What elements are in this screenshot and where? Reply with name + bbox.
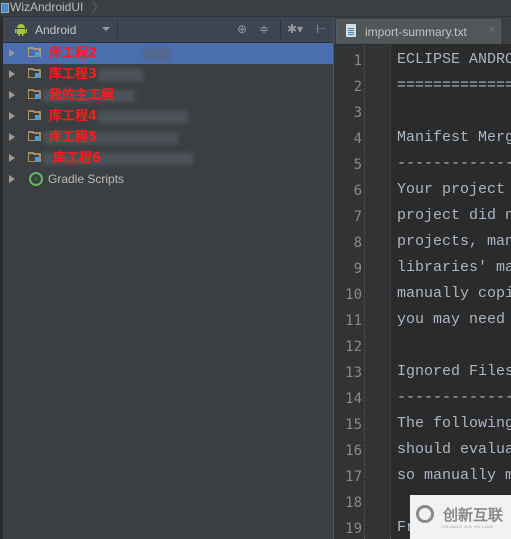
tree-item-module[interactable]: 库工程3: [3, 64, 333, 85]
module-folder-icon: [28, 47, 41, 57]
tree-item-module[interactable]: 我的主工程: [3, 85, 333, 106]
expand-arrow-icon[interactable]: [9, 112, 15, 120]
close-icon[interactable]: ×: [489, 24, 495, 36]
code-line: you may need: [397, 311, 511, 328]
redaction-blur: [143, 48, 171, 60]
toolbar-divider: [117, 20, 118, 39]
code-line: so manually m: [397, 467, 511, 484]
module-folder-icon: [28, 110, 41, 120]
tree-item-label: 我的主工程: [49, 88, 115, 103]
tab-import-summary[interactable]: import-summary.txt ×: [336, 19, 501, 44]
line-number: 14: [345, 391, 362, 407]
module-folder-icon: [28, 89, 41, 99]
expand-arrow-icon[interactable]: [9, 133, 15, 141]
android-icon: [15, 24, 27, 36]
project-panel-toolbar: Android ⊕ ≑ ✱▾ ⊢: [3, 17, 333, 43]
gear-icon[interactable]: ✱▾: [287, 22, 303, 36]
line-number: 15: [345, 417, 362, 433]
project-tree: 库工程2 库工程3 我的主工程 库工程4 库工程5 库工程6 Gradle Sc…: [3, 43, 333, 190]
watermark-text: 创新互联: [443, 506, 504, 524]
code-line: Your project: [397, 181, 511, 198]
project-panel: Android ⊕ ≑ ✱▾ ⊢ 库工程2 库工程3 我的主工程 库工程4 库工…: [0, 17, 333, 539]
tree-item-module[interactable]: 库工程4: [3, 106, 333, 127]
module-folder-icon: [28, 152, 41, 162]
tree-item-label: 库工程6: [53, 151, 102, 166]
gradle-icon: [29, 172, 43, 186]
watermark-subtext: CHUANG XIN HU LIAN: [442, 524, 494, 529]
line-number: 4: [353, 131, 362, 147]
line-number: 3: [353, 105, 362, 121]
expand-arrow-icon[interactable]: [9, 154, 15, 162]
code-line: -------------: [397, 389, 511, 406]
tree-item-label: Gradle Scripts: [48, 172, 125, 186]
line-number: 9: [353, 261, 362, 277]
code-line: libraries' ma: [397, 259, 511, 276]
project-icon: [1, 3, 9, 13]
code-line: -------------: [397, 155, 511, 172]
gutter-divider: [390, 45, 392, 539]
gutter-divider: [364, 45, 366, 539]
module-folder-icon: [28, 68, 41, 78]
watermark: 创新互联 CHUANG XIN HU LIAN: [410, 495, 511, 539]
tree-item-label: 库工程5: [49, 130, 98, 145]
editor-tab-bar: import-summary.txt ×: [334, 17, 511, 44]
collapse-all-icon[interactable]: ≑: [259, 22, 269, 36]
line-number: 8: [353, 235, 362, 251]
watermark-logo-icon: [416, 505, 434, 523]
line-number: 12: [345, 339, 362, 355]
toolbar-divider: [280, 20, 281, 39]
code-line: projects, man: [397, 233, 511, 250]
tree-item-module[interactable]: 库工程2: [3, 43, 333, 64]
line-number-gutter: 1 2 3 4 5 6 7 8 9 10 11 12 13 14 15 16 17 18 19: [334, 45, 392, 539]
tree-item-label: 库工程3: [49, 67, 98, 82]
expand-arrow-icon[interactable]: [9, 49, 15, 57]
redaction-blur: [98, 69, 143, 81]
tree-item-module[interactable]: 库工程5: [3, 127, 333, 148]
code-line: Manifest Merg: [397, 129, 511, 146]
expand-arrow-icon[interactable]: [9, 91, 15, 99]
line-number: 11: [345, 313, 362, 329]
line-number: 19: [345, 521, 362, 537]
line-number: 18: [345, 495, 362, 511]
title-bar: WizAndroidUI 〉: [0, 0, 511, 17]
text-file-icon: [346, 24, 356, 37]
line-number: 1: [353, 53, 362, 69]
editor-panel: import-summary.txt × 1 2 3 4 5 6 7 8 9 10 11 12 13 14…: [333, 17, 511, 539]
redaction-blur: [98, 111, 188, 123]
line-number: 10: [345, 287, 362, 303]
expand-arrow-icon[interactable]: [9, 70, 15, 78]
line-number: 7: [353, 209, 362, 225]
line-number: 2: [353, 79, 362, 95]
window-title[interactable]: WizAndroidUI: [10, 0, 83, 15]
chevron-down-icon[interactable]: [102, 27, 110, 31]
expand-arrow-icon[interactable]: [9, 175, 15, 183]
line-number: 17: [345, 469, 362, 485]
code-line: ECLIPSE ANDRO: [397, 51, 511, 68]
view-selector[interactable]: Android: [35, 23, 76, 37]
code-line: Ignored Files: [397, 363, 511, 380]
code-line: The following: [397, 415, 511, 432]
module-folder-icon: [28, 131, 41, 141]
code-line: project did n: [397, 207, 511, 224]
line-number: 13: [345, 365, 362, 381]
tree-item-label: 库工程4: [49, 109, 98, 124]
tree-item-gradle-scripts[interactable]: Gradle Scripts: [3, 169, 333, 190]
code-line: manually copi: [397, 285, 511, 302]
tree-item-label: 库工程2: [49, 46, 98, 61]
tab-label: import-summary.txt: [365, 25, 467, 39]
code-line: =============: [397, 77, 511, 94]
hide-panel-icon[interactable]: ⊢: [316, 22, 326, 36]
crosshair-icon[interactable]: ⊕: [237, 22, 247, 36]
line-number: 5: [353, 157, 362, 173]
line-number: 16: [345, 443, 362, 459]
tree-item-module[interactable]: 库工程6: [3, 148, 333, 169]
breadcrumb-separator-icon: 〉: [92, 0, 105, 14]
line-number: 6: [353, 183, 362, 199]
code-line: should evalua: [397, 441, 511, 458]
